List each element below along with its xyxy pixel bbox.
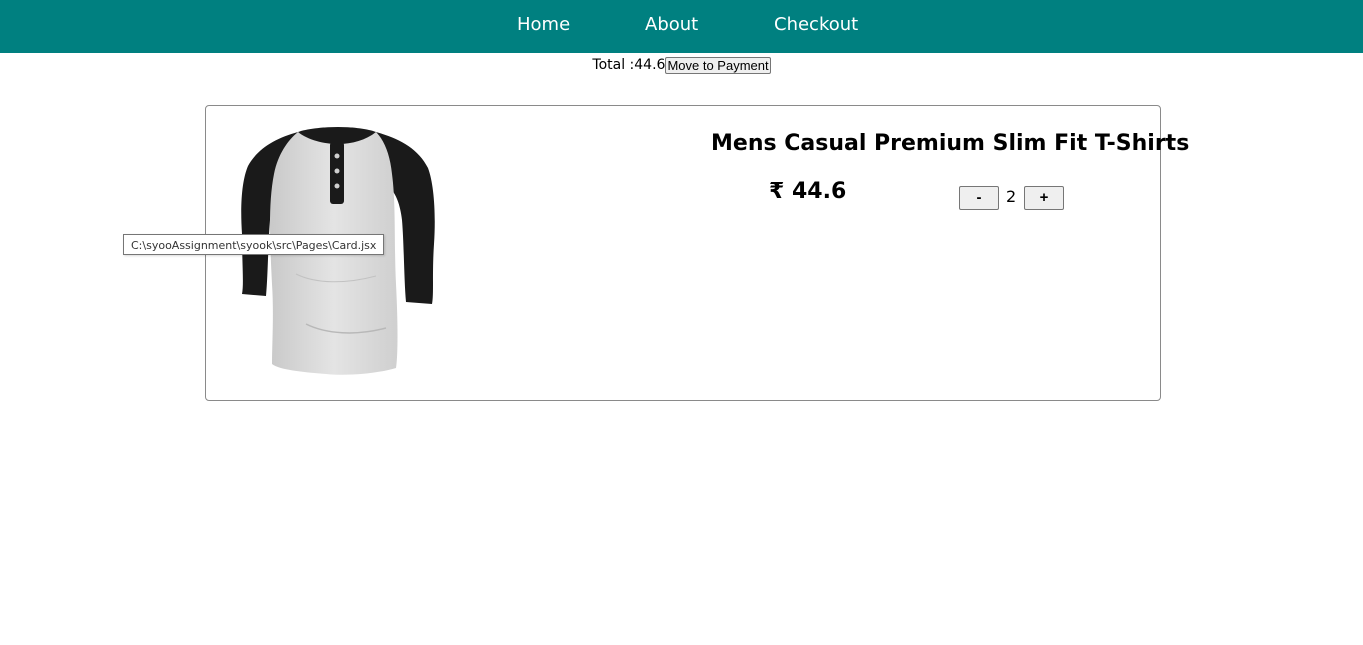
increase-quantity-button[interactable]: + xyxy=(1024,186,1064,210)
move-to-payment-button[interactable]: Move to Payment xyxy=(665,56,771,74)
nav-checkout-link[interactable]: Checkout xyxy=(774,14,858,36)
total-label: Total : xyxy=(592,57,635,73)
top-navbar: Home About Checkout xyxy=(0,0,1363,53)
nav-about-link[interactable]: About xyxy=(645,14,698,36)
total-value: 44.6 xyxy=(634,57,666,73)
decrease-quantity-button[interactable]: - xyxy=(959,186,999,210)
file-path-tooltip: C:\syooAssignment\syook\src\Pages\Card.j… xyxy=(123,234,385,255)
product-price: ₹ 44.6 xyxy=(769,179,847,204)
cart-total-row: Total : 44.6 Move to Payment xyxy=(0,56,1363,74)
product-title: Mens Casual Premium Slim Fit T-Shirts xyxy=(711,131,1190,156)
quantity-value: 2 xyxy=(1006,187,1017,206)
nav-home-link[interactable]: Home xyxy=(517,14,570,36)
